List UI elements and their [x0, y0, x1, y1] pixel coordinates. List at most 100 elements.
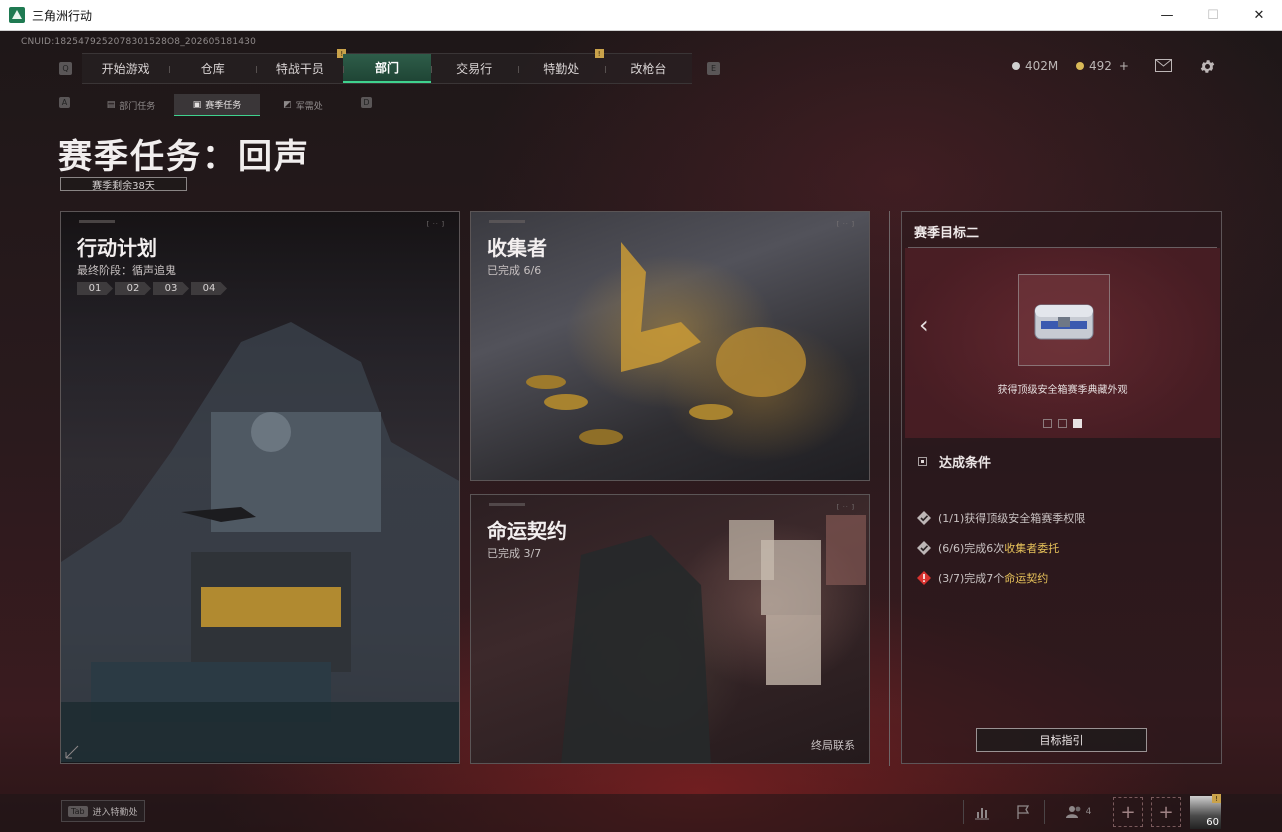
- close-button[interactable]: ✕: [1236, 0, 1282, 31]
- currency-value: 492: [1089, 59, 1112, 73]
- panel-divider: [889, 211, 890, 766]
- flag-icon[interactable]: [1007, 796, 1039, 828]
- subtab-season-tasks[interactable]: ▣ 赛季任务: [174, 94, 260, 116]
- tab-start-game[interactable]: 开始游戏: [82, 54, 169, 83]
- maximize-button[interactable]: ☐: [1190, 0, 1236, 31]
- final-contact-link[interactable]: 终局联系: [811, 737, 855, 753]
- base-illustration: [61, 322, 459, 762]
- pager-dot[interactable]: [1043, 419, 1052, 428]
- tab-label: 特勤处: [543, 62, 580, 76]
- reward-showcase: ‹ 获得顶级安全箱赛季典藏外观: [905, 248, 1220, 438]
- card-fate-contract[interactable]: [ ·· ] 命运契约 已完成 3/7 终局联系: [470, 494, 870, 764]
- card-collector[interactable]: [ ·· ] 收集者 已完成 6/6: [470, 211, 870, 481]
- mail-icon[interactable]: [1153, 57, 1173, 73]
- stage-chip: 03: [153, 282, 189, 295]
- game-screen: CNUID:1825479252078301528O8_202605181430…: [0, 31, 1282, 832]
- tab-warehouse[interactable]: 仓库: [169, 54, 256, 83]
- bottom-bar: Tab 进入特勤处 4 + + 60 !: [0, 794, 1282, 832]
- subtab-department-tasks[interactable]: ▤ 部门任务: [88, 94, 174, 116]
- add-currency-button[interactable]: +: [1119, 59, 1129, 73]
- tab-label: 开始游戏: [101, 62, 150, 76]
- app-logo-icon: [9, 7, 25, 23]
- add-squad-slot-button[interactable]: +: [1113, 797, 1143, 827]
- goal-guide-button[interactable]: 目标指引: [976, 728, 1147, 752]
- expand-corner-icon: [65, 745, 79, 759]
- uid-text: CNUID:1825479252078301528O8_202605181430: [21, 37, 257, 47]
- pager-dot[interactable]: [1058, 419, 1067, 428]
- prev-goal-chevron-left-icon[interactable]: ‹: [919, 311, 929, 339]
- subtab-quartermaster[interactable]: ◩ 军需处: [260, 94, 346, 116]
- subnav-prev-key[interactable]: A: [59, 97, 70, 108]
- condition-text: (1/1)获得顶级安全箱赛季权限: [938, 512, 1086, 525]
- tab-label: 特战干员: [275, 62, 324, 76]
- page-title: 赛季任务：回声: [58, 137, 310, 177]
- warning-diamond-icon: [916, 571, 931, 586]
- condition-highlight: 收集者委托: [1004, 542, 1060, 555]
- player-level: 60: [1206, 817, 1219, 828]
- card-title: 收集者: [487, 236, 547, 260]
- stage-chip: 04: [191, 282, 227, 295]
- tab-key-label: 进入特勤处: [92, 807, 138, 818]
- nav-next-key[interactable]: E: [707, 62, 720, 75]
- pager-dot-active[interactable]: [1073, 419, 1082, 428]
- goal-pager: [1043, 419, 1082, 428]
- card-operation-plan[interactable]: [ ·· ] 行动计划 最终阶段：循声追鬼 01 02 03 04: [60, 211, 460, 764]
- tab-trading[interactable]: 交易行: [430, 54, 518, 83]
- clipboard-icon: ▤: [106, 100, 116, 110]
- tab-label: 部门: [374, 61, 399, 75]
- reward-item-frame[interactable]: [1018, 274, 1110, 366]
- window-titlebar: 三角洲行动 — ☐ ✕: [0, 0, 1282, 31]
- conditions-title: 达成条件: [939, 456, 992, 471]
- subtab-label: 军需处: [295, 101, 323, 112]
- stage-chip: 01: [77, 282, 113, 295]
- currency-value: 402M: [1025, 59, 1059, 73]
- minimize-button[interactable]: —: [1144, 0, 1190, 31]
- season-remaining-badge: 赛季剩余38天: [60, 177, 187, 192]
- card-deco: [79, 220, 115, 223]
- nav-prev-key[interactable]: Q: [59, 62, 72, 75]
- safe-box-icon: [1034, 304, 1094, 340]
- subnav-next-key[interactable]: D: [361, 97, 372, 108]
- briefcase-icon: ▣: [192, 99, 202, 110]
- card-subtitle: 已完成 3/7: [487, 547, 542, 560]
- tab-operators[interactable]: 特战干员 !: [256, 49, 347, 83]
- stage-chip: 02: [115, 282, 151, 295]
- tab-gunsmith[interactable]: 改枪台: [604, 54, 692, 83]
- condition-highlight: 命运契约: [1004, 572, 1049, 585]
- tab-label: 交易行: [456, 62, 493, 76]
- separator: [963, 800, 964, 824]
- check-diamond-icon: [916, 511, 931, 526]
- currency-premium[interactable]: 492 +: [1076, 59, 1129, 73]
- stats-chart-icon[interactable]: [966, 796, 998, 828]
- enter-special-ops-button[interactable]: Tab 进入特勤处: [61, 800, 145, 822]
- top-nav: 开始游戏 仓库 特战干员 ! 部门 交易行 特勤处 ! 改枪台: [82, 49, 692, 84]
- subtab-label: 部门任务: [119, 101, 156, 112]
- tab-label: 仓库: [200, 62, 225, 76]
- card-title: 命运契约: [487, 519, 567, 543]
- condition-text: (3/7)完成7个: [938, 572, 1005, 585]
- tab-label: 改枪台: [630, 62, 667, 76]
- condition-text: (6/6)完成6次: [938, 542, 1005, 555]
- condition-item: (3/7)完成7个命运契约: [916, 570, 1048, 586]
- separator: [1044, 800, 1045, 824]
- notification-badge: !: [594, 49, 604, 58]
- conditions-header: 达成条件: [918, 452, 991, 471]
- tab-department[interactable]: 部门: [343, 54, 431, 83]
- avatar-notification-badge: !: [1212, 794, 1221, 803]
- sub-nav: ▤ 部门任务 ▣ 赛季任务 ◩ 军需处: [88, 94, 346, 116]
- friends-count: 4: [1085, 807, 1092, 817]
- friends-icon: [1065, 806, 1081, 818]
- add-squad-slot-button[interactable]: +: [1151, 797, 1181, 827]
- subtab-label: 赛季任务: [205, 101, 242, 111]
- condition-item: (6/6)完成6次收集者委托: [916, 540, 1059, 556]
- goal-title: 赛季目标二: [914, 226, 980, 241]
- settings-gear-icon[interactable]: [1197, 56, 1217, 76]
- friends-button[interactable]: 4: [1058, 796, 1098, 828]
- crate-icon: ◩: [283, 100, 292, 110]
- reward-name: 获得顶级安全箱赛季典藏外观: [997, 385, 1128, 396]
- card-subtitle: 最终阶段：循声追鬼: [77, 264, 176, 277]
- tab-special-ops[interactable]: 特勤处 !: [517, 49, 605, 83]
- card-corner-deco: [ ·· ]: [426, 221, 445, 228]
- coin-icon: [1012, 62, 1020, 70]
- coin-icon: [1076, 62, 1084, 70]
